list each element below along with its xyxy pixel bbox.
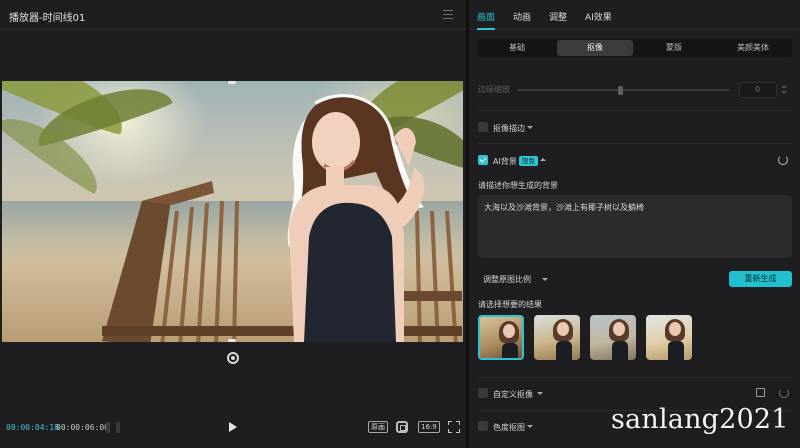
edge-scale-slider[interactable] (517, 89, 729, 91)
reset-icon[interactable] (779, 388, 789, 398)
chroma-key-checkbox[interactable] (478, 421, 488, 431)
custom-cutout-checkbox[interactable] (478, 388, 488, 398)
adjust-ratio-dropdown[interactable]: 调整原图比例 (483, 274, 531, 285)
total-time: 00:00:06:00 (56, 423, 109, 432)
player-header: 播放器-时间线01 (0, 0, 466, 30)
crop-handle-top[interactable] (228, 81, 236, 84)
tab-ai-effects[interactable]: AI效果 (585, 10, 612, 23)
cutout-stroke-label[interactable]: 抠像描边 (493, 123, 525, 134)
edge-scale-stepper[interactable] (781, 83, 787, 97)
reset-icon[interactable] (778, 155, 788, 165)
frame-icon[interactable] (396, 421, 408, 433)
tab-animation[interactable]: 动画 (513, 10, 531, 23)
player-panel: 播放器-时间线01 00:00:04:18 00:00:06:00 原画 16:… (0, 0, 466, 448)
divider (478, 377, 793, 378)
tab-picture[interactable]: 画面 (477, 10, 495, 23)
play-icon[interactable] (229, 422, 237, 432)
sub-tab-basic[interactable]: 基础 (479, 40, 555, 56)
top-tabs: 画面 动画 调整 AI效果 (469, 0, 800, 30)
sub-tabs: 基础 抠像 蒙版 美颜美体 (478, 39, 792, 57)
player-title: 播放器-时间线01 (9, 13, 86, 24)
cutout-stroke-checkbox[interactable] (478, 122, 488, 132)
ai-background-label[interactable]: AI背景 (493, 156, 517, 167)
edge-scale-label: 边缘缩放 (478, 85, 510, 94)
regenerate-button[interactable]: 重新生成 (729, 271, 792, 287)
pick-result-label: 请选择想要的结果 (478, 300, 542, 309)
aspect-ratio-button[interactable]: 16:9 (418, 421, 440, 433)
original-quality-button[interactable]: 原画 (368, 421, 388, 433)
watermark: sanlang2021 (611, 404, 789, 435)
prompt-label: 请描述你想生成的背景 (478, 181, 558, 190)
divider (478, 143, 793, 144)
chevron-down-icon[interactable] (527, 126, 533, 129)
sub-tab-mask[interactable]: 蒙版 (636, 40, 712, 56)
prompt-textarea[interactable]: 大海以及沙滩背景，沙滩上有椰子树以及躺椅 (478, 195, 792, 258)
fullscreen-icon[interactable] (448, 421, 460, 433)
chevron-down-icon[interactable] (527, 425, 533, 428)
sub-tab-beauty[interactable]: 美颜美体 (715, 40, 791, 56)
edge-scale-input[interactable]: 0 (739, 82, 777, 98)
custom-cutout-label[interactable]: 自定义抠像 (493, 389, 533, 400)
cutout-subject (287, 94, 425, 342)
video-preview[interactable] (2, 81, 463, 342)
active-tab-indicator (477, 28, 495, 30)
sub-tab-cutout[interactable]: 抠像 (557, 40, 633, 56)
chroma-key-label[interactable]: 色度抠图 (493, 422, 525, 433)
hamburger-icon[interactable] (443, 10, 453, 19)
chevron-up-icon[interactable] (540, 158, 546, 161)
ai-background-checkbox[interactable] (478, 155, 488, 165)
inspector-panel: 画面 动画 调整 AI效果 基础 抠像 蒙版 美颜美体 边缘缩放 0 抠像描边 … (469, 0, 800, 448)
result-thumbnail[interactable] (646, 315, 692, 360)
free-badge: 限免 (519, 156, 538, 166)
chevron-down-icon[interactable] (537, 392, 543, 395)
divider (478, 110, 793, 111)
result-thumbnail[interactable] (534, 315, 580, 360)
tab-adjust[interactable]: 调整 (549, 10, 567, 23)
current-time: 00:00:04:18 (6, 423, 59, 432)
result-thumbnail[interactable] (590, 315, 636, 360)
chevron-down-icon[interactable] (542, 278, 548, 281)
rotate-icon[interactable] (227, 352, 239, 364)
edit-icon[interactable] (756, 388, 765, 397)
playback-bar: 00:00:04:18 00:00:06:00 原画 16:9 (0, 414, 466, 440)
crop-handle-bottom[interactable] (228, 339, 236, 342)
timeline-bars-icon[interactable] (106, 422, 120, 433)
result-thumbnail[interactable] (478, 315, 524, 360)
edge-scale-slider-thumb[interactable] (618, 86, 623, 95)
